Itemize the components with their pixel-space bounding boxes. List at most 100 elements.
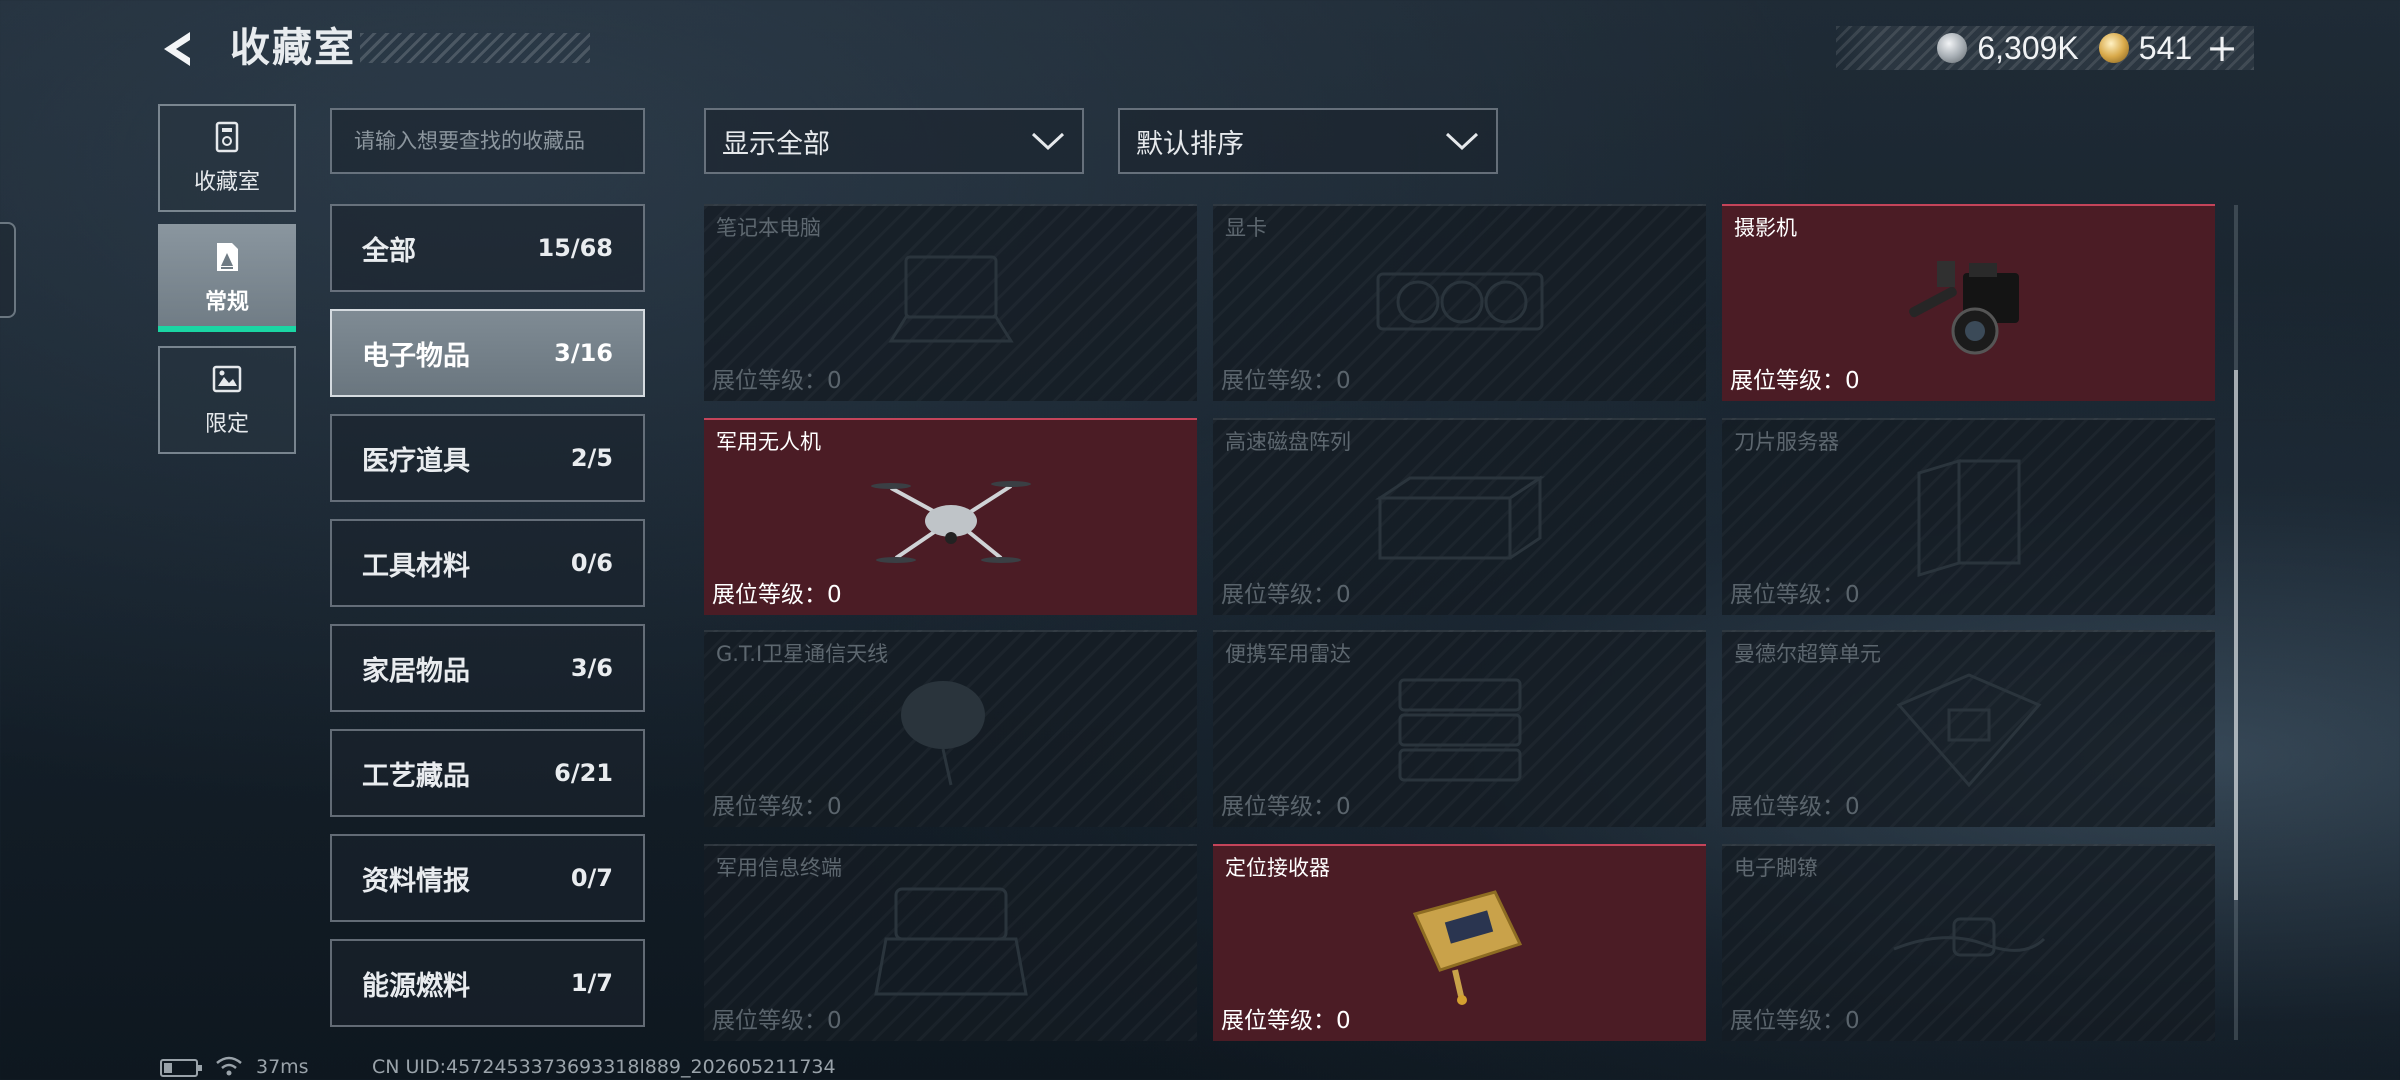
radar-icon — [1398, 678, 1521, 781]
item-card-supercomputer-unit[interactable]: 曼德尔超算单元 展位等级：0 — [1722, 630, 2215, 827]
ankle-monitor-icon — [1892, 917, 2045, 956]
title-decoration — [360, 33, 590, 63]
category-name: 能源燃料 — [362, 970, 470, 1002]
category-energy[interactable]: 能源燃料 1/7 — [330, 939, 645, 1027]
category-medical[interactable]: 医疗道具 2/5 — [330, 414, 645, 502]
chevron-down-icon — [1031, 132, 1065, 151]
item-card-camera[interactable]: 摄影机 展位等级：0 — [1722, 204, 2215, 401]
item-card-military-terminal[interactable]: 军用信息终端 展位等级：0 — [704, 844, 1197, 1041]
item-name: 便携军用雷达 — [1225, 642, 1351, 666]
item-level: 展位等级：0 — [1221, 794, 1351, 820]
item-card-blade-server[interactable]: 刀片服务器 展位等级：0 — [1722, 418, 2215, 615]
side-nav-label: 收藏室 — [193, 170, 260, 195]
disk-array-icon — [1374, 474, 1545, 559]
grid-scrollbar-thumb[interactable] — [2234, 370, 2238, 900]
back-arrow-icon — [164, 32, 190, 66]
back-button[interactable] — [158, 28, 200, 70]
item-card-electronic-anklet[interactable]: 电子脚镣 展位等级：0 — [1722, 844, 2215, 1041]
category-electronics[interactable]: 电子物品 3/16 — [330, 309, 645, 397]
sort-dropdown[interactable]: 默认排序 — [1118, 108, 1498, 174]
silver-coin-icon — [1937, 33, 1968, 63]
category-name: 家居物品 — [362, 655, 470, 687]
gold-coin-icon — [2098, 33, 2129, 63]
limited-collection-icon — [212, 365, 242, 393]
item-level: 展位等级：0 — [1221, 368, 1351, 394]
item-level: 展位等级：0 — [1730, 1008, 1860, 1034]
silver-currency-value: 6,309K — [1977, 29, 2079, 66]
category-household[interactable]: 家居物品 3/6 — [330, 624, 645, 712]
item-level: 展位等级：0 — [1730, 582, 1860, 608]
laptop-icon — [887, 255, 1014, 342]
side-nav-label: 限定 — [204, 412, 249, 437]
category-count: 1/7 — [570, 969, 613, 997]
category-count: 0/6 — [570, 549, 613, 577]
item-card-laptop[interactable]: 笔记本电脑 展位等级：0 — [704, 204, 1197, 401]
category-name: 工艺藏品 — [362, 760, 470, 792]
wifi-icon — [214, 1054, 244, 1078]
category-name: 医疗道具 — [362, 445, 470, 477]
category-intel[interactable]: 资料情报 0/7 — [330, 834, 645, 922]
item-name: 笔记本电脑 — [716, 216, 821, 240]
chevron-down-icon — [1445, 132, 1479, 151]
edge-drawer-handle[interactable] — [0, 222, 16, 318]
item-level: 展位等级：0 — [1730, 368, 1860, 394]
active-indicator — [158, 326, 296, 332]
ping-value: 37ms — [256, 1056, 309, 1078]
item-card-graphics-card[interactable]: 显卡 展位等级：0 — [1213, 204, 1706, 401]
item-level: 展位等级：0 — [1730, 794, 1860, 820]
category-all[interactable]: 全部 15/68 — [330, 204, 645, 292]
category-name: 全部 — [362, 235, 416, 267]
trophy-cabinet-icon — [215, 121, 239, 153]
item-level: 展位等级：0 — [1221, 1008, 1351, 1034]
supercomputer-board-icon — [1896, 672, 2041, 787]
display-filter-dropdown[interactable]: 显示全部 — [704, 108, 1084, 174]
item-name: 高速磁盘阵列 — [1225, 430, 1351, 454]
battery-icon — [160, 1058, 204, 1078]
item-level: 展位等级：0 — [1221, 582, 1351, 608]
item-card-disk-array[interactable]: 高速磁盘阵列 展位等级：0 — [1213, 418, 1706, 615]
satellite-dish-icon — [900, 680, 985, 785]
gps-receiver-icon — [1412, 889, 1522, 1005]
category-count: 0/7 — [570, 864, 613, 892]
sort-value: 默认排序 — [1136, 128, 1244, 160]
item-name: 军用信息终端 — [716, 856, 842, 880]
item-name: 军用无人机 — [716, 430, 821, 454]
item-card-satellite-antenna[interactable]: G.T.I卫星通信天线 展位等级：0 — [704, 630, 1197, 827]
category-name: 电子物品 — [362, 340, 470, 372]
regular-collection-icon — [217, 243, 238, 271]
user-uid: CN UID:4572453373693318l889_202605211734 — [372, 1056, 836, 1078]
gold-currency-value: 541 — [2138, 29, 2193, 66]
category-crafts[interactable]: 工艺藏品 6/21 — [330, 729, 645, 817]
currency-bar: 6,309K 541 + — [1836, 26, 2254, 70]
drone-icon — [870, 480, 1031, 563]
rugged-terminal-icon — [873, 887, 1028, 995]
category-count: 15/68 — [537, 234, 613, 262]
camera-icon — [1908, 260, 2019, 354]
item-name: 定位接收器 — [1225, 856, 1330, 880]
category-count: 6/21 — [554, 759, 613, 787]
search-input[interactable] — [330, 108, 645, 174]
side-nav-limited[interactable]: 限定 — [158, 346, 296, 454]
category-tools[interactable]: 工具材料 0/6 — [330, 519, 645, 607]
category-name: 资料情报 — [362, 865, 470, 897]
item-name: 显卡 — [1225, 216, 1267, 240]
item-name: 刀片服务器 — [1734, 430, 1839, 454]
category-count: 3/6 — [570, 654, 613, 682]
category-name: 工具材料 — [362, 550, 470, 582]
item-card-portable-radar[interactable]: 便携军用雷达 展位等级：0 — [1213, 630, 1706, 827]
display-filter-value: 显示全部 — [722, 128, 830, 160]
add-currency-button[interactable]: + — [2206, 28, 2238, 68]
item-name: 摄影机 — [1734, 216, 1797, 240]
graphics-card-icon — [1376, 272, 1543, 330]
item-card-positioning-receiver[interactable]: 定位接收器 展位等级：0 — [1213, 844, 1706, 1041]
side-nav-label: 常规 — [204, 290, 249, 315]
page-title: 收藏室 — [230, 25, 356, 71]
side-nav-collection-room[interactable]: 收藏室 — [158, 104, 296, 212]
side-nav-regular[interactable]: 常规 — [158, 224, 296, 332]
item-level: 展位等级：0 — [712, 1008, 842, 1034]
item-card-military-drone[interactable]: 军用无人机 展位等级：0 — [704, 418, 1197, 615]
item-level: 展位等级：0 — [712, 582, 842, 608]
item-level: 展位等级：0 — [712, 368, 842, 394]
item-level: 展位等级：0 — [712, 794, 842, 820]
category-count: 2/5 — [570, 444, 613, 472]
